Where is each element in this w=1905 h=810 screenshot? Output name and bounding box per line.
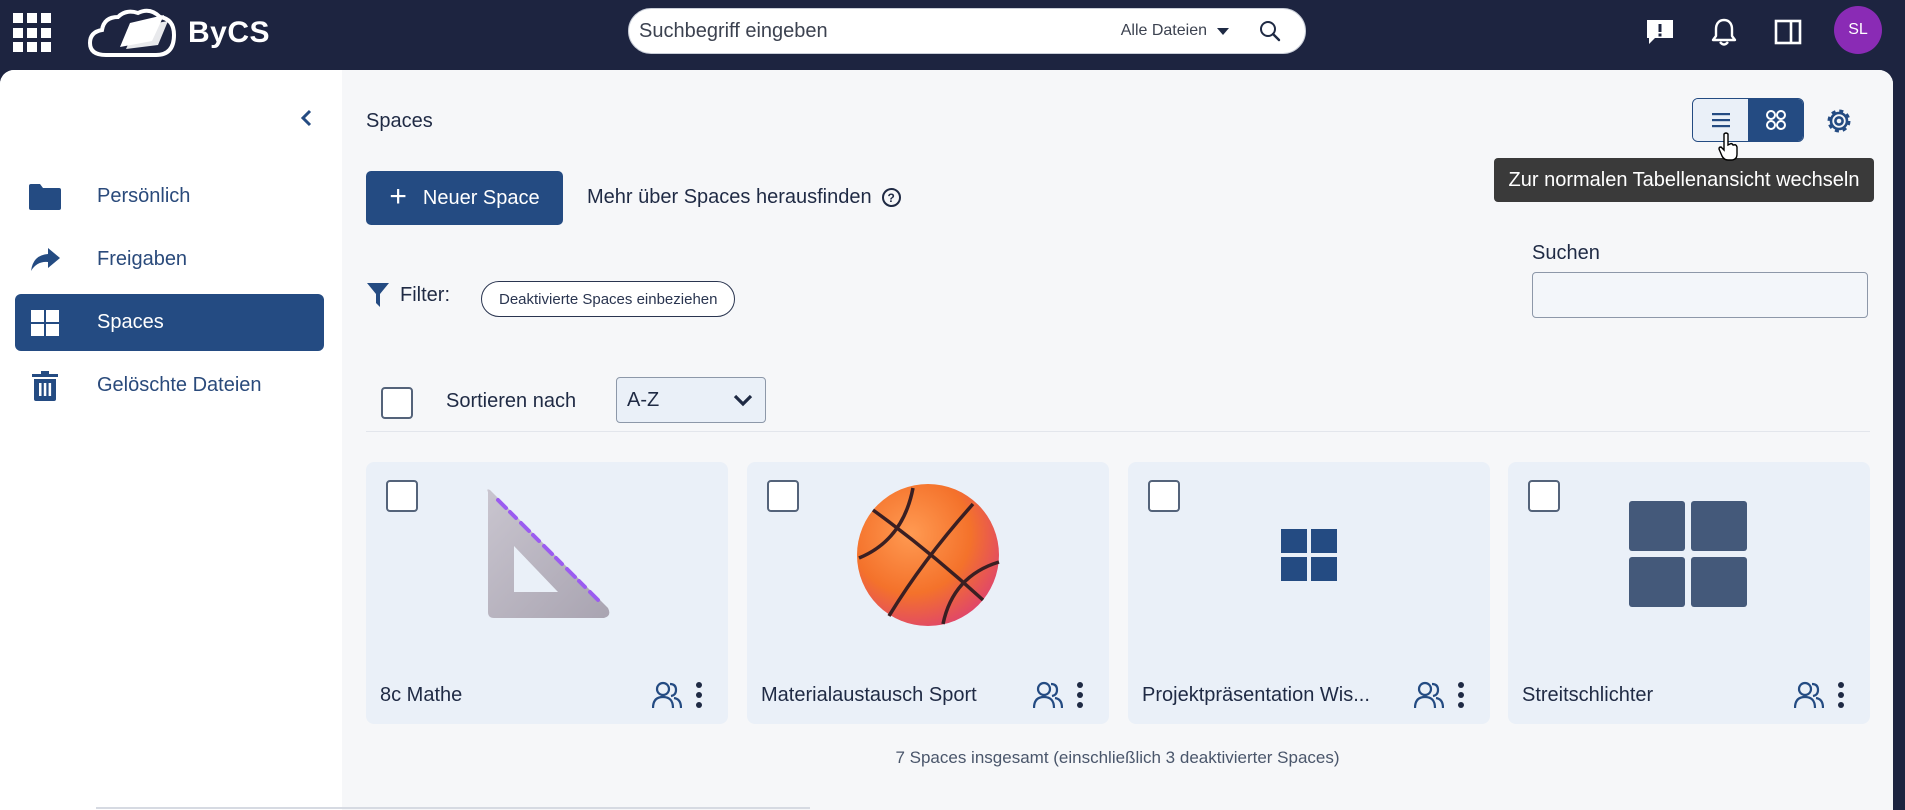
spaces-count-footer: 7 Spaces insgesamt (einschließlich 3 dea… <box>895 748 1340 767</box>
sidebar-item-label: Freigaben <box>97 248 188 270</box>
scrollbar[interactable] <box>1893 70 1905 810</box>
sidebar-item-geloeschte-dateien[interactable]: Gelöschte Dateien <box>15 357 324 414</box>
learn-more-link[interactable]: Mehr über Spaces herausfinden ? <box>587 186 901 209</box>
sidebar-item-spaces[interactable]: Spaces <box>15 294 324 351</box>
sort-select[interactable]: A-Z <box>616 377 766 423</box>
user-avatar[interactable]: SL <box>1834 6 1882 54</box>
spaces-grid-icon <box>1128 480 1490 630</box>
include-deactivated-chip[interactable]: Deaktivierte Spaces einbeziehen <box>481 281 736 317</box>
breadcrumb[interactable]: Spaces <box>366 110 433 133</box>
space-search-label: Suchen <box>1532 242 1600 264</box>
sidebar-item-freigaben[interactable]: Freigaben <box>15 231 324 288</box>
plus-icon: + <box>389 179 407 213</box>
more-options-icon[interactable] <box>686 678 712 712</box>
sidebar-item-label: Gelöschte Dateien <box>97 374 262 396</box>
feedback-icon[interactable] <box>1642 14 1678 50</box>
search-scope-select[interactable]: Alle Dateien <box>1121 22 1207 40</box>
more-options-icon[interactable] <box>1448 678 1474 712</box>
more-options-icon[interactable] <box>1067 678 1093 712</box>
filter-section: Filter: <box>366 282 450 308</box>
sort-bar: Sortieren nach A-Z <box>366 372 1870 432</box>
basketball-icon <box>747 480 1109 630</box>
bell-icon[interactable] <box>1706 14 1742 50</box>
view-mode-toggle <box>1692 98 1804 142</box>
set-square-icon <box>366 480 728 630</box>
sidebar-item-persoenlich[interactable]: Persönlich <box>15 168 324 225</box>
main-area: Persönlich Freigaben Spaces Gelöschte Da… <box>0 70 1893 810</box>
share-icon <box>27 242 63 278</box>
tiles-icon <box>1765 110 1786 130</box>
space-search-input[interactable] <box>1532 272 1868 318</box>
space-card[interactable]: Materialaustausch Sport <box>747 462 1109 724</box>
space-name: Streitschlichter <box>1522 684 1654 706</box>
bycs-logo[interactable]: ByCS <box>86 2 270 64</box>
sidebar: Persönlich Freigaben Spaces Gelöschte Da… <box>0 70 342 810</box>
spaces-grid-icon <box>27 305 63 341</box>
search-icon[interactable] <box>1255 16 1285 46</box>
space-name: Materialaustausch Sport <box>761 684 977 706</box>
divider <box>96 807 810 809</box>
members-icon[interactable] <box>650 678 684 712</box>
search-input[interactable] <box>629 19 1121 43</box>
global-search: Alle Dateien <box>628 8 1306 54</box>
members-icon[interactable] <box>1031 678 1065 712</box>
top-bar: ByCS Alle Dateien SL <box>0 0 1905 70</box>
chevron-left-icon <box>300 109 312 127</box>
cloud-logo-icon <box>87 8 177 57</box>
new-space-button[interactable]: + Neuer Space <box>366 171 563 225</box>
list-icon <box>1711 113 1730 128</box>
view-toggle-tooltip: Zur normalen Tabellenansicht wechseln <box>1494 158 1874 202</box>
folder-icon <box>27 179 63 215</box>
filter-icon <box>367 283 389 307</box>
filter-label: Filter: <box>400 283 450 306</box>
caret-down-icon[interactable] <box>1217 27 1229 35</box>
sidebar-item-label: Spaces <box>97 311 164 333</box>
gear-icon <box>1827 109 1851 133</box>
space-card[interactable]: 8c Mathe <box>366 462 728 724</box>
more-options-icon[interactable] <box>1828 678 1854 712</box>
sidebar-toggle-icon[interactable] <box>1770 14 1806 50</box>
hand-cursor-icon <box>1718 132 1738 161</box>
tiles-view-button[interactable] <box>1748 99 1803 141</box>
sort-label: Sortieren nach <box>446 390 577 412</box>
space-name: 8c Mathe <box>380 684 463 706</box>
settings-button[interactable] <box>1822 104 1856 138</box>
space-card[interactable]: Projektpräsentation Wis... <box>1128 462 1490 724</box>
new-space-label: Neuer Space <box>422 186 540 209</box>
learn-more-label: Mehr über Spaces herausfinden <box>587 186 872 208</box>
collapse-sidebar-button[interactable] <box>294 106 318 130</box>
logo-text: ByCS <box>188 16 271 49</box>
members-icon[interactable] <box>1412 678 1446 712</box>
trash-icon <box>27 368 63 404</box>
space-card[interactable]: Streitschlichter <box>1508 462 1870 724</box>
spaces-content: Spaces Zur normalen Tabellenansicht wech… <box>342 70 1893 810</box>
members-icon[interactable] <box>1792 678 1826 712</box>
spaces-grid-icon <box>1508 480 1870 630</box>
space-name: Projektpräsentation Wis... <box>1142 684 1370 706</box>
sidebar-item-label: Persönlich <box>97 185 191 207</box>
select-all-checkbox[interactable] <box>381 387 413 419</box>
help-icon: ? <box>881 188 901 207</box>
sort-value: A-Z <box>627 388 660 411</box>
chevron-down-icon <box>733 394 753 407</box>
app-launcher-icon[interactable] <box>13 13 53 53</box>
